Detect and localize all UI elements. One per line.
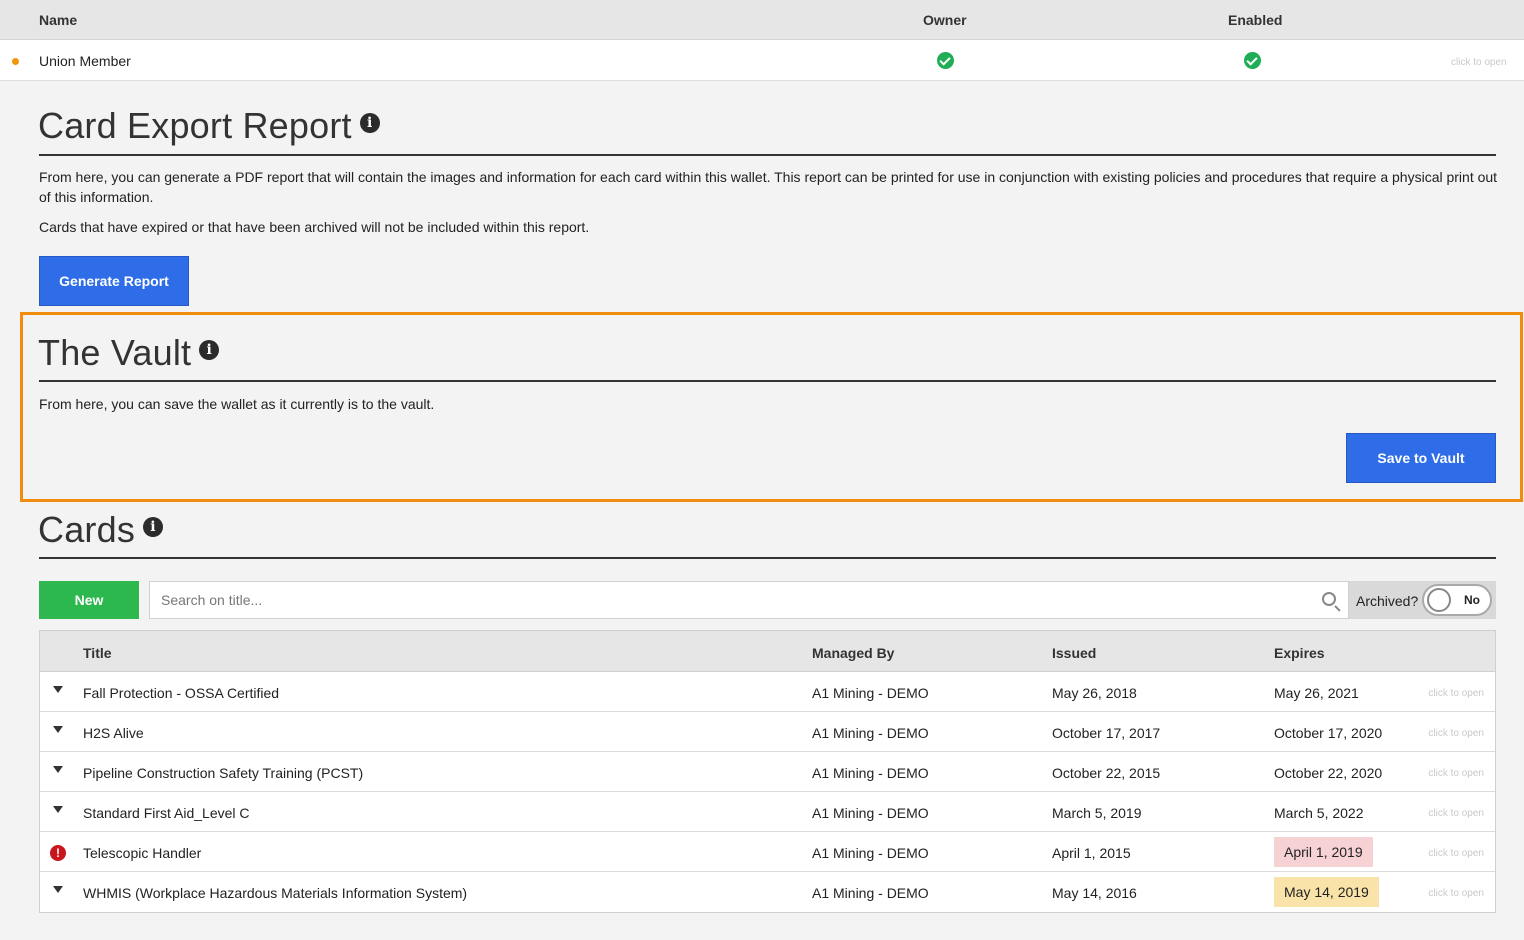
- card-issued: October 17, 2017: [1052, 725, 1161, 741]
- row-click-to-open[interactable]: click to open: [1428, 808, 1484, 819]
- section-divider: [39, 557, 1496, 559]
- card-issued: May 26, 2018: [1052, 685, 1137, 701]
- table-row[interactable]: ! Telescopic Handler A1 Mining - DEMO Ap…: [40, 832, 1495, 872]
- card-expires-expired-badge: April 1, 2019: [1274, 837, 1373, 867]
- column-header-title[interactable]: Title: [83, 645, 112, 661]
- card-title: Standard First Aid_Level C: [83, 805, 250, 821]
- archived-filter: Archived? No: [1349, 581, 1496, 619]
- info-icon[interactable]: i: [359, 113, 380, 134]
- column-header-managed-by[interactable]: Managed By: [812, 645, 894, 661]
- card-issued: May 14, 2016: [1052, 885, 1137, 901]
- vault-description: From here, you can save the wallet as it…: [39, 396, 435, 412]
- vault-title: The Vault i: [38, 332, 220, 374]
- members-table-header: Name Owner Enabled: [0, 0, 1524, 40]
- card-issued: March 5, 2019: [1052, 805, 1142, 821]
- table-row[interactable]: H2S Alive A1 Mining - DEMO October 17, 2…: [40, 712, 1495, 752]
- alert-icon: !: [50, 845, 66, 861]
- row-click-to-open[interactable]: click to open: [1428, 888, 1484, 899]
- cards-title: Cards i: [38, 509, 164, 551]
- archived-toggle[interactable]: No: [1422, 584, 1492, 616]
- member-row-union-member[interactable]: Union Member click to open: [0, 40, 1524, 81]
- section-divider: [39, 154, 1496, 156]
- column-header-name[interactable]: Name: [39, 12, 77, 28]
- card-title: Pipeline Construction Safety Training (P…: [83, 765, 364, 781]
- row-click-to-open[interactable]: click to open: [1428, 688, 1484, 699]
- archived-label: Archived?: [1356, 593, 1419, 609]
- expand-caret-icon[interactable]: [53, 726, 63, 733]
- card-expires-expiring-badge: May 14, 2019: [1274, 877, 1379, 907]
- card-issued: April 1, 2015: [1052, 845, 1131, 861]
- search-input[interactable]: [150, 582, 1290, 618]
- card-export-note: Cards that have expired or that have bee…: [39, 219, 590, 235]
- card-managed-by: A1 Mining - DEMO: [812, 765, 929, 781]
- toggle-state-label: No: [1464, 593, 1480, 607]
- cards-title-text: Cards: [38, 509, 136, 550]
- card-managed-by: A1 Mining - DEMO: [812, 725, 929, 741]
- save-to-vault-button[interactable]: Save to Vault: [1346, 433, 1496, 483]
- card-expires: March 5, 2022: [1274, 805, 1364, 821]
- toggle-knob: [1427, 588, 1451, 612]
- row-click-to-open[interactable]: click to open: [1428, 728, 1484, 739]
- search-icon[interactable]: [1322, 592, 1336, 606]
- cards-table: Title Managed By Issued Expires Fall Pro…: [39, 630, 1496, 913]
- column-header-enabled[interactable]: Enabled: [1228, 12, 1282, 28]
- search-bar: [149, 581, 1349, 619]
- column-header-owner[interactable]: Owner: [923, 12, 967, 28]
- table-row[interactable]: Pipeline Construction Safety Training (P…: [40, 752, 1495, 792]
- member-click-to-open[interactable]: click to open: [1451, 57, 1507, 68]
- column-header-expires[interactable]: Expires: [1274, 645, 1325, 661]
- row-click-to-open[interactable]: click to open: [1428, 768, 1484, 779]
- card-title: H2S Alive: [83, 725, 144, 741]
- expand-caret-icon[interactable]: [53, 766, 63, 773]
- card-managed-by: A1 Mining - DEMO: [812, 805, 929, 821]
- card-export-description: From here, you can generate a PDF report…: [39, 169, 1498, 205]
- status-dot-icon: [12, 58, 19, 65]
- generate-report-button[interactable]: Generate Report: [39, 256, 189, 306]
- section-divider: [39, 380, 1496, 382]
- table-row[interactable]: Fall Protection - OSSA Certified A1 Mini…: [40, 672, 1495, 712]
- vault-title-text: The Vault: [38, 332, 192, 373]
- card-expires: May 26, 2021: [1274, 685, 1359, 701]
- card-managed-by: A1 Mining - DEMO: [812, 685, 929, 701]
- new-card-button[interactable]: New: [39, 581, 139, 619]
- row-click-to-open[interactable]: click to open: [1428, 848, 1484, 859]
- card-expires: October 22, 2020: [1274, 765, 1383, 781]
- card-title: Fall Protection - OSSA Certified: [83, 685, 280, 701]
- card-export-title-text: Card Export Report: [38, 105, 352, 146]
- expand-caret-icon[interactable]: [53, 806, 63, 813]
- owner-check-icon: [937, 52, 954, 69]
- enabled-check-icon: [1244, 52, 1261, 69]
- expand-caret-icon[interactable]: [53, 886, 63, 893]
- column-header-issued[interactable]: Issued: [1052, 645, 1096, 661]
- card-managed-by: A1 Mining - DEMO: [812, 845, 929, 861]
- table-row[interactable]: Standard First Aid_Level C A1 Mining - D…: [40, 792, 1495, 832]
- card-expires: October 17, 2020: [1274, 725, 1383, 741]
- expand-caret-icon[interactable]: [53, 686, 63, 693]
- card-managed-by: A1 Mining - DEMO: [812, 885, 929, 901]
- cards-table-header: Title Managed By Issued Expires: [40, 631, 1495, 672]
- card-title: WHMIS (Workplace Hazardous Materials Inf…: [83, 885, 468, 901]
- table-row[interactable]: WHMIS (Workplace Hazardous Materials Inf…: [40, 872, 1495, 912]
- info-icon[interactable]: i: [143, 517, 164, 538]
- card-issued: October 22, 2015: [1052, 765, 1161, 781]
- member-name: Union Member: [39, 53, 131, 69]
- card-title: Telescopic Handler: [83, 845, 202, 861]
- info-icon[interactable]: i: [199, 340, 220, 361]
- card-export-title: Card Export Report i: [38, 105, 380, 147]
